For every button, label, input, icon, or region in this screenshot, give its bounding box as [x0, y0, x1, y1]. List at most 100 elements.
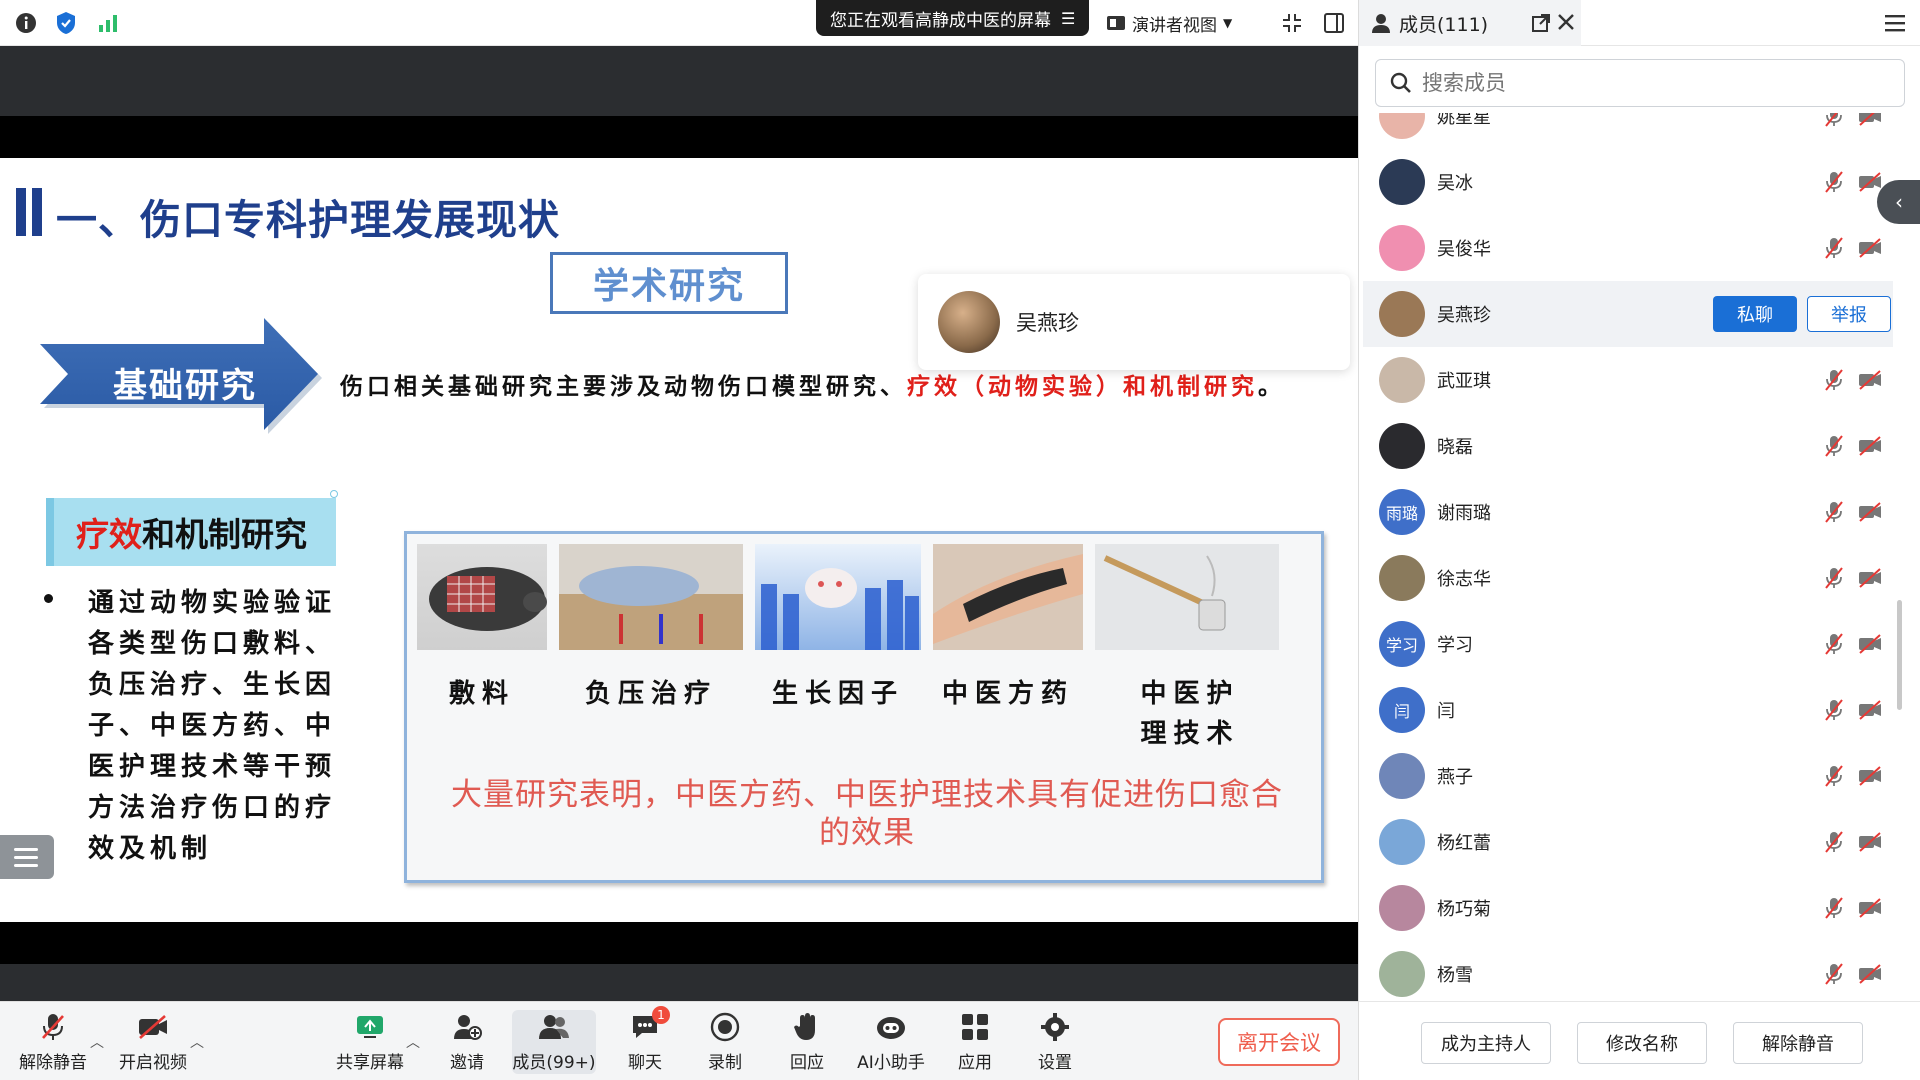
member-row[interactable]: 武亚琪	[1363, 347, 1893, 413]
mic-muted-icon[interactable]	[1823, 830, 1845, 854]
camera-off-icon[interactable]	[1857, 963, 1883, 985]
member-row[interactable]: 杨巧菊	[1363, 875, 1893, 941]
apps-button[interactable]: 应用	[930, 1010, 1020, 1074]
camera-off-icon[interactable]	[1857, 113, 1883, 127]
mic-muted-icon[interactable]	[1823, 698, 1845, 722]
info-icon[interactable]	[14, 11, 38, 35]
member-row[interactable]: 姚星星	[1363, 113, 1893, 149]
ai-assistant-label: AI小助手	[857, 1053, 925, 1073]
bullet-dot	[44, 594, 53, 603]
mic-muted-icon[interactable]	[1823, 500, 1845, 524]
member-name: 杨雪	[1437, 965, 1473, 986]
member-row[interactable]: 吴冰	[1363, 149, 1893, 215]
chevron-up-icon[interactable]: ︿	[406, 1032, 420, 1052]
report-button[interactable]: 举报	[1807, 296, 1891, 332]
slide-menu-button[interactable]	[0, 835, 54, 879]
mic-muted-icon[interactable]	[1823, 434, 1845, 458]
view-mode-dropdown[interactable]: 演讲者视图 ▼	[1106, 8, 1232, 38]
avatar	[1379, 423, 1425, 469]
search-input[interactable]	[1422, 71, 1862, 95]
camera-off-icon[interactable]	[1857, 435, 1883, 457]
member-name: 姚星星	[1437, 113, 1491, 128]
member-row[interactable]: 闫闫	[1363, 677, 1893, 743]
start-video-button[interactable]: 开启视频	[108, 1010, 198, 1074]
close-icon[interactable]	[1557, 13, 1575, 31]
member-row[interactable]: 晓磊	[1363, 413, 1893, 479]
camera-off-icon[interactable]	[1857, 699, 1883, 721]
mic-muted-icon[interactable]	[1823, 170, 1845, 194]
make-host-button[interactable]: 成为主持人	[1421, 1022, 1551, 1064]
mic-muted-icon[interactable]	[1823, 113, 1845, 128]
screen-share-banner[interactable]: 您正在观看高静成中医的屏幕 ☰	[816, 0, 1090, 36]
share-screen-button[interactable]: 共享屏幕	[325, 1010, 415, 1074]
settings-label: 设置	[1038, 1053, 1072, 1073]
settings-button[interactable]: 设置	[1010, 1010, 1100, 1074]
mic-muted-icon[interactable]	[1823, 632, 1845, 656]
private-chat-button[interactable]: 私聊	[1713, 296, 1797, 332]
mic-muted-icon[interactable]	[1823, 962, 1845, 986]
mic-muted-icon[interactable]	[1823, 566, 1845, 590]
react-button[interactable]: 回应	[762, 1010, 852, 1074]
exit-fullscreen-icon[interactable]	[1280, 11, 1304, 35]
members-panel: 成员(111) 姚星星吴冰吴俊华吴燕珍 私聊举报武亚琪晓磊雨璐谢雨璐徐志华学习学习…	[1358, 0, 1920, 1080]
record-label: 录制	[708, 1053, 742, 1073]
chat-button[interactable]: 1 聊天	[600, 1006, 690, 1074]
camera-off-icon[interactable]	[1857, 831, 1883, 853]
member-row[interactable]: 杨雪	[1363, 941, 1893, 1003]
hamburger-menu-icon[interactable]	[1885, 13, 1907, 33]
member-row[interactable]: 吴俊华	[1363, 215, 1893, 281]
chevron-up-icon[interactable]: ︿	[190, 1032, 204, 1052]
slide-title: 一、伤口专科护理发展现状	[56, 196, 560, 244]
camera-off-icon[interactable]	[1857, 171, 1883, 193]
chat-label: 聊天	[628, 1053, 662, 1073]
apps-label: 应用	[958, 1053, 992, 1073]
avatar	[1379, 753, 1425, 799]
mic-muted-icon[interactable]	[1823, 368, 1845, 392]
collapse-panel-button[interactable]: ‹	[1877, 180, 1920, 224]
layout-panel-icon[interactable]	[1322, 11, 1346, 35]
record-button[interactable]: 录制	[680, 1010, 770, 1074]
ai-assistant-button[interactable]: AI小助手	[846, 1010, 936, 1074]
camera-off-icon[interactable]	[1857, 237, 1883, 259]
menu-lines-icon[interactable]: ☰	[1061, 9, 1075, 28]
member-row[interactable]: 雨璐 谢雨璐	[1363, 479, 1893, 545]
leave-meeting-button[interactable]: 离开会议	[1218, 1018, 1340, 1066]
mic-muted-icon[interactable]	[1823, 236, 1845, 260]
camera-off-icon[interactable]	[1857, 633, 1883, 655]
member-row[interactable]: 徐志华	[1363, 545, 1893, 611]
basic-text-black: 伤口相关基础研究主要涉及动物伤口模型研究、	[340, 373, 907, 400]
rename-button[interactable]: 修改名称	[1577, 1022, 1707, 1064]
signal-icon[interactable]	[96, 11, 120, 35]
member-row[interactable]: 燕子	[1363, 743, 1893, 809]
member-search[interactable]	[1375, 59, 1905, 107]
invite-button[interactable]: 邀请	[422, 1010, 512, 1074]
black-bar-bottom	[0, 922, 1358, 964]
shield-icon[interactable]	[54, 11, 78, 35]
unmute-button[interactable]: 解除静音	[8, 1010, 98, 1074]
bullet-text: 通过动物实验验证各类型伤口敷料、负压治疗、生长因子、中医方药、中医护理技术等干预…	[88, 588, 337, 864]
scrollbar[interactable]	[1897, 600, 1902, 710]
unmute-member-button[interactable]: 解除静音	[1733, 1022, 1863, 1064]
heading-red-part: 疗效	[76, 515, 142, 554]
mic-muted-icon[interactable]	[1823, 896, 1845, 920]
camera-off-icon[interactable]	[1857, 567, 1883, 589]
camera-off-icon[interactable]	[1857, 897, 1883, 919]
member-row[interactable]: 杨红蕾	[1363, 809, 1893, 875]
member-row[interactable]: 吴燕珍 私聊 举报	[1363, 281, 1893, 347]
mic-muted-icon[interactable]	[1823, 764, 1845, 788]
member-name: 学习	[1437, 635, 1473, 656]
camera-off-icon[interactable]	[1857, 501, 1883, 523]
members-button[interactable]: 成员(99+)	[512, 1010, 596, 1074]
panel-note: 大量研究表明，中医方药、中医护理技术具有促进伤口愈合的效果	[451, 777, 1283, 851]
chat-icon: 1	[628, 1006, 670, 1044]
tab-members[interactable]: 成员(111)	[1359, 0, 1581, 46]
caption-dressing: 敷料	[448, 679, 515, 709]
camera-off-icon[interactable]	[1857, 369, 1883, 391]
member-row[interactable]: 学习 学习	[1363, 611, 1893, 677]
member-name: 晓磊	[1437, 437, 1473, 458]
member-name: 谢雨璐	[1437, 503, 1491, 524]
camera-off-icon[interactable]	[1857, 765, 1883, 787]
person-icon	[1372, 14, 1390, 33]
chevron-up-icon[interactable]: ︿	[90, 1032, 104, 1052]
popout-icon[interactable]	[1531, 13, 1551, 33]
